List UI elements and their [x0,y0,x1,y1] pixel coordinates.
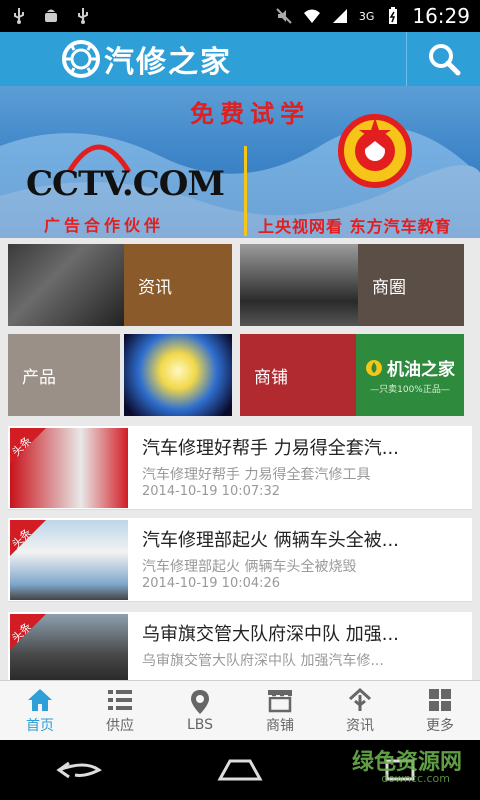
nav-item-supply[interactable]: 供应 [80,681,160,740]
home-button-icon[interactable] [215,755,265,785]
battery-icon [389,7,398,24]
bottom-nav: 首页 供应 LBS 商铺 资讯 更多 [0,680,480,740]
news-time: 2014-10-19 10:04:26 [142,576,281,591]
nav-label-more: 更多 [426,717,454,734]
news-icon [348,687,372,711]
nav-item-more[interactable]: 更多 [400,681,480,740]
news-time: 2014-10-19 10:07:32 [142,484,281,499]
nav-label-supply: 供应 [106,717,134,734]
cctv-logo: CCTV.COM [26,164,225,204]
news-title: 汽车修理好帮手 力易得全套汽... [142,438,399,459]
android-debug-icon [45,9,57,22]
news-item[interactable]: 头条 乌审旗交管大队府深中队 加强... 乌审旗交管大队府深中队 加强汽车修..… [8,612,472,680]
status-bar: 3G 16:29 [0,0,480,32]
banner-divider [244,146,247,236]
banner-partner: 广告合作伙伴 [44,216,165,235]
news-summary: 汽车修理好帮手 力易得全套汽修工具 [142,467,371,483]
news-title: 乌审旗交管大队府深中队 加强... [142,624,399,645]
nav-label-shops: 商铺 [266,717,294,734]
category-tile-news[interactable]: 资讯 [8,244,232,326]
news-thumbnail: 头条 [10,520,128,600]
oil-home-promo: 机油之家 —只卖100%正品— [356,334,464,416]
car-seat-image [8,244,124,326]
news-title: 汽车修理部起火 俩辆车头全被... [142,530,399,551]
grid-icon [429,688,451,711]
clock: 16:29 [412,4,470,28]
location-pin-icon [191,689,209,714]
category-label-shops: 商铺 [240,334,356,416]
back-icon[interactable] [55,755,105,785]
news-summary: 乌审旗交管大队府深中队 加强汽车修... [142,653,384,669]
category-label-news: 资讯 [124,244,232,326]
oil-home-brand: 机油之家 [387,360,455,380]
news-summary: 汽车修理部起火 俩辆车头全被烧毁 [142,559,357,575]
oil-drop-icon [366,359,382,376]
nav-item-home[interactable]: 首页 [0,681,80,740]
search-icon [428,44,460,76]
nav-label-news: 资讯 [346,717,374,734]
banner-school: 上央视网看 东方汽车教育 [258,217,452,236]
banner-headline: 免费试学 [190,100,310,128]
news-item[interactable]: 头条 汽车修理好帮手 力易得全套汽... 汽车修理好帮手 力易得全套汽修工具 2… [8,426,472,510]
list-icon [108,689,132,710]
category-tile-products[interactable]: 产品 [8,334,232,416]
tire-logo-icon [62,40,100,78]
mute-icon [276,8,292,24]
search-button[interactable] [406,32,480,86]
news-thumbnail: 头条 [10,614,128,680]
news-thumbnail: 头条 [10,428,128,508]
app-title: 汽修之家 [104,45,232,80]
nav-label-home: 首页 [26,717,54,734]
nav-item-shops[interactable]: 商铺 [240,681,320,740]
store-icon [268,689,292,712]
category-tile-business[interactable]: 商圈 [240,244,464,326]
home-icon [28,688,52,711]
headlight-bulb-image [124,334,232,416]
category-tile-shops[interactable]: 商铺 机油之家 —只卖100%正品— [240,334,464,416]
usb-icon [14,8,24,24]
car-wash-image [240,244,358,326]
category-label-products: 产品 [8,334,120,416]
network-type: 3G [358,9,375,23]
app-bar: 汽修之家 [0,32,480,86]
category-label-business: 商圈 [358,244,464,326]
oil-home-tagline: —只卖100%正品— [370,385,450,395]
nav-label-lbs: LBS [186,716,214,733]
nav-item-news[interactable]: 资讯 [320,681,400,740]
watermark-domain: downcc.com [381,772,450,785]
news-item[interactable]: 头条 汽车修理部起火 俩辆车头全被... 汽车修理部起火 俩辆车头全被烧毁 20… [8,518,472,602]
signal-icon [332,9,347,23]
usb-icon [78,8,88,24]
promo-banner[interactable]: 免费试学 CCTV.COM 广告合作伙伴 上央视网看 东方汽车教育 [0,86,480,238]
school-emblem-visible [338,114,412,188]
wifi-icon [303,9,320,23]
nav-item-lbs[interactable]: LBS [160,681,240,740]
